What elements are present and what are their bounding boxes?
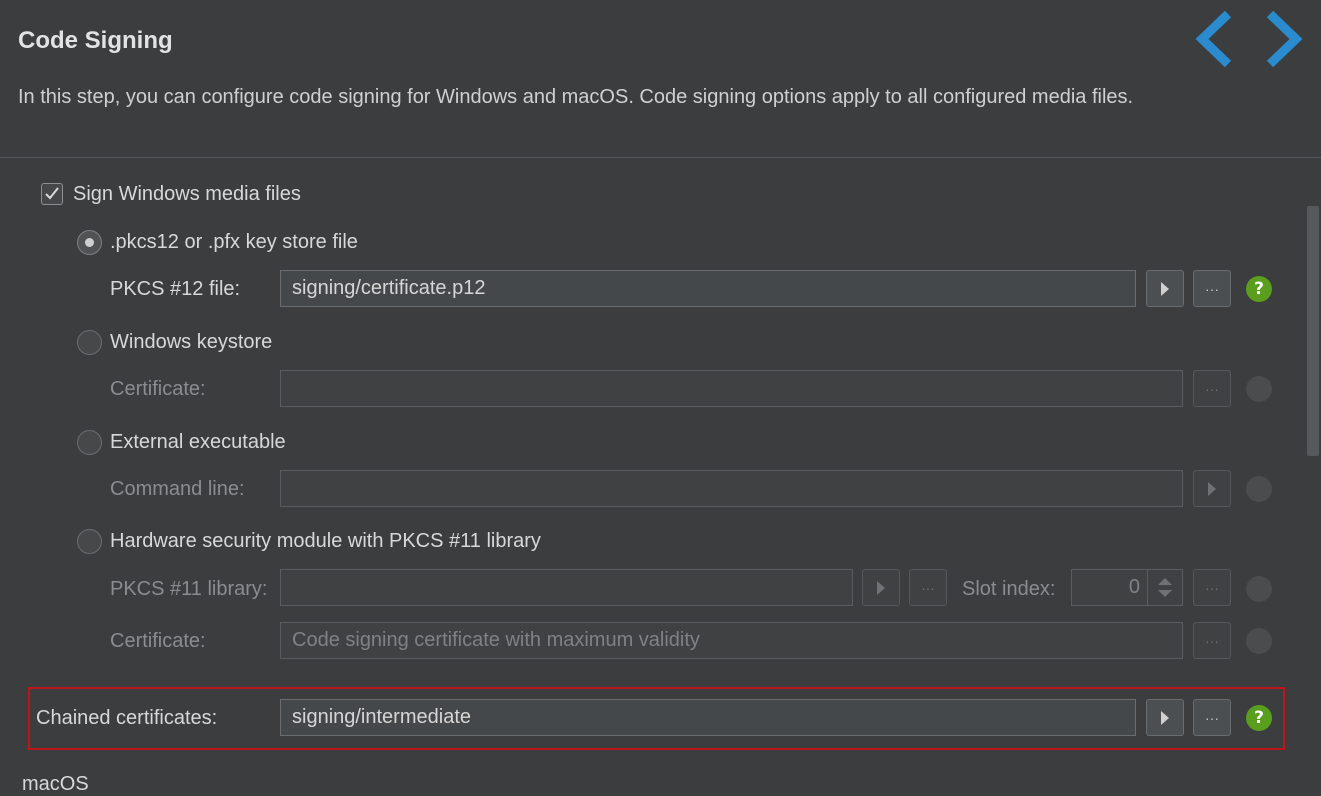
play-icon bbox=[877, 580, 885, 595]
command-line-label: Command line: bbox=[110, 478, 245, 500]
radio-selected-dot bbox=[85, 238, 94, 247]
page-description: In this step, you can configure code sig… bbox=[18, 86, 1134, 108]
pkcs12-help-icon[interactable]: ? bbox=[1246, 276, 1272, 302]
slot-index-spinner[interactable]: 0 bbox=[1071, 569, 1183, 606]
radio-windows-keystore[interactable] bbox=[77, 330, 102, 355]
hsm-certificate-help-icon bbox=[1246, 628, 1272, 654]
command-line-help-icon bbox=[1246, 476, 1272, 502]
command-line-input[interactable] bbox=[280, 470, 1183, 507]
pkcs11-library-input[interactable] bbox=[280, 569, 853, 606]
macos-section-label: macOS bbox=[22, 773, 89, 795]
spinner-up-icon[interactable] bbox=[1158, 578, 1172, 585]
radio-pkcs12[interactable] bbox=[77, 230, 102, 255]
chained-browse-button[interactable]: ··· bbox=[1193, 699, 1231, 736]
external-option-label: External executable bbox=[110, 431, 286, 453]
checkmark-icon bbox=[45, 187, 59, 200]
vertical-scrollbar[interactable] bbox=[1305, 158, 1321, 787]
sign-windows-checkbox[interactable] bbox=[41, 183, 63, 205]
pkcs11-browse-button[interactable]: ··· bbox=[909, 569, 947, 606]
keystore-help-icon bbox=[1246, 376, 1272, 402]
forward-button[interactable] bbox=[1262, 10, 1304, 68]
hsm-certificate-browse-button[interactable]: ··· bbox=[1193, 622, 1231, 659]
radio-hsm[interactable] bbox=[77, 529, 102, 554]
hsm-library-help-icon bbox=[1246, 576, 1272, 602]
slot-browse-button[interactable]: ··· bbox=[1193, 569, 1231, 606]
pkcs12-run-button[interactable] bbox=[1146, 270, 1184, 307]
chained-certificates-label: Chained certificates: bbox=[36, 707, 218, 729]
keystore-certificate-input[interactable] bbox=[280, 370, 1183, 407]
play-icon bbox=[1161, 281, 1169, 296]
pkcs11-run-button[interactable] bbox=[862, 569, 900, 606]
slot-index-label: Slot index: bbox=[962, 578, 1056, 600]
pkcs12-browse-button[interactable]: ··· bbox=[1193, 270, 1231, 307]
pkcs11-library-label: PKCS #11 library: bbox=[110, 578, 268, 600]
chevron-right-icon bbox=[1266, 10, 1303, 68]
command-line-run-button[interactable] bbox=[1193, 470, 1231, 507]
page-title: Code Signing bbox=[18, 27, 173, 54]
pkcs12-file-label: PKCS #12 file: bbox=[110, 278, 241, 300]
sign-windows-label: Sign Windows media files bbox=[73, 183, 301, 205]
chained-certificates-input[interactable]: signing/intermediate bbox=[280, 699, 1136, 736]
chained-help-icon[interactable]: ? bbox=[1246, 705, 1272, 731]
scrollbar-thumb[interactable] bbox=[1307, 206, 1319, 456]
spinner-arrows[interactable] bbox=[1147, 570, 1182, 605]
hsm-certificate-input[interactable]: Code signing certificate with maximum va… bbox=[280, 622, 1183, 659]
hsm-certificate-label: Certificate: bbox=[110, 630, 206, 652]
pkcs12-option-label: .pkcs12 or .pfx key store file bbox=[110, 231, 358, 253]
back-button[interactable] bbox=[1194, 10, 1236, 68]
pkcs12-file-input[interactable]: signing/certificate.p12 bbox=[280, 270, 1136, 307]
chained-run-button[interactable] bbox=[1146, 699, 1184, 736]
keystore-option-label: Windows keystore bbox=[110, 331, 273, 353]
spinner-down-icon[interactable] bbox=[1158, 590, 1172, 597]
play-icon bbox=[1161, 710, 1169, 725]
chevron-left-icon bbox=[1195, 10, 1232, 68]
slot-index-value: 0 bbox=[1128, 576, 1140, 598]
hsm-option-label: Hardware security module with PKCS #11 l… bbox=[110, 530, 541, 552]
keystore-browse-button[interactable]: ··· bbox=[1193, 370, 1231, 407]
play-icon bbox=[1208, 481, 1216, 496]
keystore-certificate-label: Certificate: bbox=[110, 378, 206, 400]
header: Code Signing In this step, you can confi… bbox=[0, 0, 1321, 158]
radio-external-executable[interactable] bbox=[77, 430, 102, 455]
